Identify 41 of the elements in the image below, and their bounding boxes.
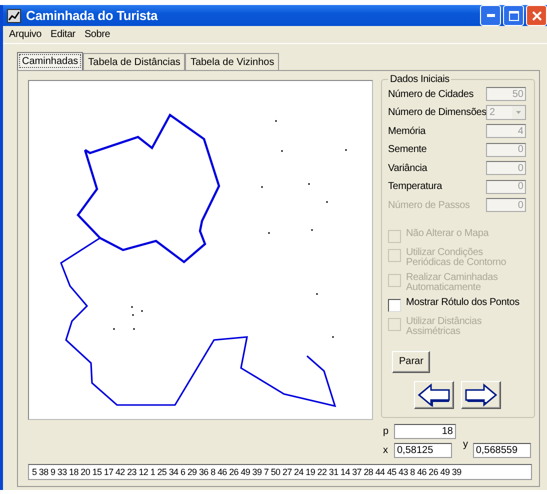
close-icon — [532, 10, 542, 20]
menu-item[interactable]: Editar — [50, 29, 76, 40]
checkbox[interactable] — [388, 298, 401, 312]
minimize-button[interactable] — [480, 5, 501, 26]
tab[interactable]: Tabela de Distâncias — [83, 53, 186, 70]
caret-icon — [512, 106, 526, 120]
field-label: Memória — [388, 126, 426, 137]
field-label: Número de Dimensões — [388, 107, 486, 118]
close-button[interactable] — [526, 5, 547, 26]
field-label: Semente — [388, 144, 427, 156]
maximize-icon — [508, 10, 518, 20]
tab[interactable]: Caminhadas — [17, 52, 84, 70]
input-field[interactable]: 18 — [394, 424, 456, 438]
menu-item[interactable]: Arquivo — [9, 29, 42, 40]
checkbox-label: Mostrar Rótulo dos Pontos — [406, 298, 520, 308]
stop-button[interactable]: Parar — [392, 350, 430, 372]
chart-icon — [7, 8, 21, 22]
back-button[interactable] — [414, 380, 454, 408]
field-label: p — [383, 426, 389, 436]
field-label: Variância — [388, 162, 428, 174]
field-label: x — [383, 444, 389, 456]
tab[interactable]: Tabela de Vizinhos — [185, 53, 280, 70]
maximize-button[interactable] — [503, 5, 524, 26]
minimize-icon — [486, 14, 494, 17]
field-label: y — [463, 438, 468, 450]
checkbox-label: Utilizar Distâncias Assimétricas — [406, 316, 483, 336]
checkbox-label: Realizar Caminhadas Automaticamente — [406, 272, 499, 292]
input-field[interactable]: 0,58125 — [394, 442, 452, 458]
window-title: Caminhada do Turista — [26, 8, 159, 23]
right-arrow-icon — [464, 382, 498, 406]
left-arrow-icon — [416, 382, 451, 406]
forward-button[interactable] — [460, 380, 501, 408]
checkbox-label: Não Alterar o Mapa — [406, 228, 490, 238]
route-field[interactable]: 5 38 9 33 18 20 15 17 42 23 12 1 25 34 6 29 36 8 46 26 49 39 7 50 27 24 19 22 31 14 37 28 44 45 43 8 46 26 49 39 — [28, 464, 532, 480]
input-field[interactable]: 0,568559 — [472, 442, 531, 458]
menu-item[interactable]: Sobre — [84, 29, 110, 40]
field-label: Número de Passos — [388, 200, 470, 211]
checkbox-label: Utilizar Condições Periódicas de Contorno — [406, 248, 508, 268]
group-title: Dados Iniciais — [389, 74, 450, 85]
field-label: Temperatura — [388, 181, 442, 192]
field-label: Número de Cidades — [388, 88, 474, 100]
